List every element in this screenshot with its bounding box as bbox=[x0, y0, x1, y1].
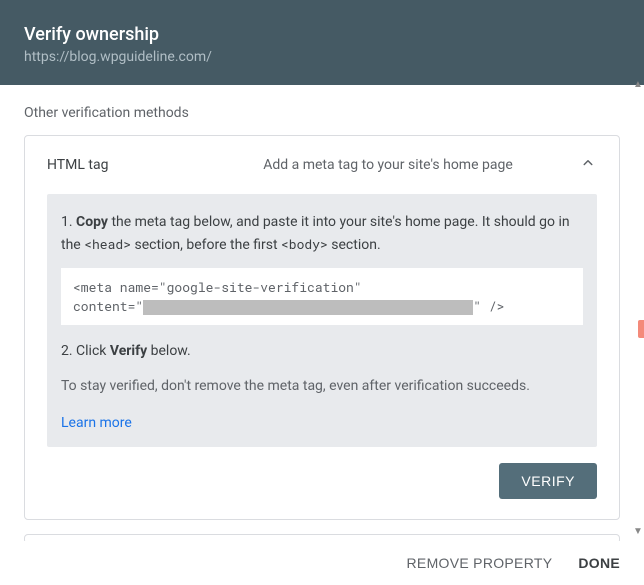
verification-note: To stay verified, don't remove the meta … bbox=[61, 376, 583, 397]
redacted-token bbox=[143, 300, 473, 315]
dialog-content: Other verification methods HTML tag Add … bbox=[0, 85, 644, 554]
dialog-footer: REMOVE PROPERTY DONE bbox=[0, 541, 644, 585]
scrollbar[interactable]: ▲ ▼ bbox=[632, 78, 644, 537]
dialog-title: Verify ownership bbox=[24, 24, 620, 45]
learn-more-link[interactable]: Learn more bbox=[61, 415, 132, 431]
chevron-up-icon bbox=[579, 154, 597, 176]
remove-property-button[interactable]: REMOVE PROPERTY bbox=[407, 555, 553, 571]
property-url: https://blog.wpguideline.com/ bbox=[24, 49, 620, 65]
method-description: Add a meta tag to your site's home page bbox=[197, 157, 579, 173]
method-name: HTML tag bbox=[47, 157, 197, 173]
step-1: 1. Copy the meta tag below, and paste it… bbox=[61, 212, 583, 256]
meta-tag-code[interactable]: <meta name="google-site-verification" co… bbox=[61, 268, 583, 324]
scroll-down-icon[interactable]: ▼ bbox=[632, 525, 644, 537]
section-label: Other verification methods bbox=[24, 105, 620, 121]
dialog-header: Verify ownership https://blog.wpguidelin… bbox=[0, 0, 644, 85]
code-line-2: content="" /> bbox=[73, 297, 571, 315]
scroll-up-icon[interactable]: ▲ bbox=[632, 78, 644, 90]
verify-button[interactable]: VERIFY bbox=[499, 463, 597, 499]
done-button[interactable]: DONE bbox=[578, 555, 620, 571]
code-line-1: <meta name="google-site-verification" bbox=[73, 278, 571, 296]
method-instructions-panel: 1. Copy the meta tag below, and paste it… bbox=[47, 194, 597, 447]
method-header[interactable]: HTML tag Add a meta tag to your site's h… bbox=[47, 154, 597, 176]
step-2: 2. Click Verify below. bbox=[61, 341, 583, 363]
verification-method-card: HTML tag Add a meta tag to your site's h… bbox=[24, 135, 620, 520]
